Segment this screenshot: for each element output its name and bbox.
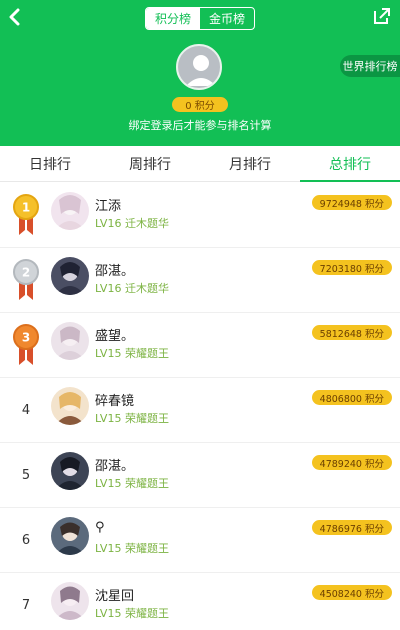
user-icon (186, 55, 216, 86)
list-item[interactable]: 3 盛望。 LV15 荣耀题王 5812648 积分 (0, 313, 400, 378)
share-button[interactable] (372, 6, 392, 26)
user-name: ⚲ (95, 520, 105, 535)
score-badge: 4789240 积分 (311, 455, 392, 470)
tab-total[interactable]: 总排行 (300, 146, 400, 182)
user-name: 邵湛。 (95, 264, 135, 279)
list-item[interactable]: 5 邵湛。 LV15 荣耀题王 4789240 积分 (0, 443, 400, 508)
user-name: 碎春镜 (95, 394, 135, 409)
score-badge: 4508240 积分 (311, 585, 392, 600)
user-level: LV15 荣耀题王 (95, 412, 169, 425)
tab-points-board[interactable]: 积分榜 (146, 8, 200, 29)
user-name: 盛望。 (95, 329, 135, 344)
tab-coin-board[interactable]: 金币榜 (200, 8, 254, 29)
bronze-medal-icon: 3 (12, 323, 40, 367)
user-level: LV16 迁木题华 (95, 282, 169, 295)
rank-number: 1 (22, 201, 30, 215)
gold-medal-icon: 1 (12, 193, 40, 237)
avatar (51, 452, 89, 490)
chevron-left-icon (9, 8, 20, 26)
period-tabs: 日排行 周排行 月排行 总排行 (0, 146, 400, 182)
list-item[interactable]: 1 江添 LV16 迁木题华 9724948 积分 (0, 183, 400, 248)
list-item[interactable]: 4 碎春镜 LV15 荣耀题王 4806800 积分 (0, 378, 400, 443)
avatar (51, 192, 89, 230)
user-name: 邵湛。 (95, 459, 135, 474)
tab-weekly[interactable]: 周排行 (100, 146, 200, 181)
share-icon (374, 8, 390, 24)
rank-number: 3 (22, 331, 30, 345)
list-item[interactable]: 2 邵湛。 LV16 迁木题华 7203180 积分 (0, 248, 400, 313)
avatar (51, 387, 89, 425)
back-button[interactable] (4, 4, 26, 30)
rank-number: 2 (22, 266, 30, 280)
score-badge: 9724948 积分 (311, 195, 392, 210)
user-level: LV15 荣耀题王 (95, 347, 169, 360)
user-level: LV15 荣耀题王 (95, 477, 169, 490)
world-rank-button[interactable]: 世界排行榜 (340, 55, 400, 77)
rank-number: 7 (21, 597, 31, 613)
user-level: LV15 荣耀题王 (95, 542, 169, 555)
rank-number: 6 (21, 532, 31, 548)
tab-daily[interactable]: 日排行 (0, 146, 100, 181)
silver-medal-icon: 2 (12, 258, 40, 302)
score-badge: 5812648 积分 (311, 325, 392, 340)
bind-login-tip: 绑定登录后才能参与排名计算 (128, 119, 272, 132)
list-item[interactable]: 7 沈星回 LV15 荣耀题王 4508240 积分 (0, 573, 400, 630)
user-name: 江添 (95, 199, 122, 214)
my-score-badge: 0 积分 (172, 97, 228, 112)
my-avatar[interactable] (176, 44, 222, 90)
score-badge: 7203180 积分 (311, 260, 392, 275)
ranking-list: 1 江添 LV16 迁木题华 9724948 积分 2 邵湛。 LV16 迁木题… (0, 183, 400, 630)
avatar (51, 257, 89, 295)
avatar (51, 322, 89, 360)
avatar (51, 517, 89, 555)
header: 积分榜 金币榜 世界排行榜 0 积分 绑定登录后才能参与排名计算 (0, 0, 400, 146)
score-badge: 4806800 积分 (311, 390, 392, 405)
avatar (51, 582, 89, 620)
tab-monthly[interactable]: 月排行 (200, 146, 300, 181)
score-badge: 4786976 积分 (311, 520, 392, 535)
rank-number: 5 (21, 467, 31, 483)
list-item[interactable]: 6 ⚲ LV15 荣耀题王 4786976 积分 (0, 508, 400, 573)
leaderboard-switch: 积分榜 金币榜 (145, 7, 255, 30)
user-level: LV16 迁木题华 (95, 217, 169, 230)
user-level: LV15 荣耀题王 (95, 607, 169, 620)
rank-number: 4 (21, 402, 31, 418)
user-name: 沈星回 (95, 589, 135, 604)
